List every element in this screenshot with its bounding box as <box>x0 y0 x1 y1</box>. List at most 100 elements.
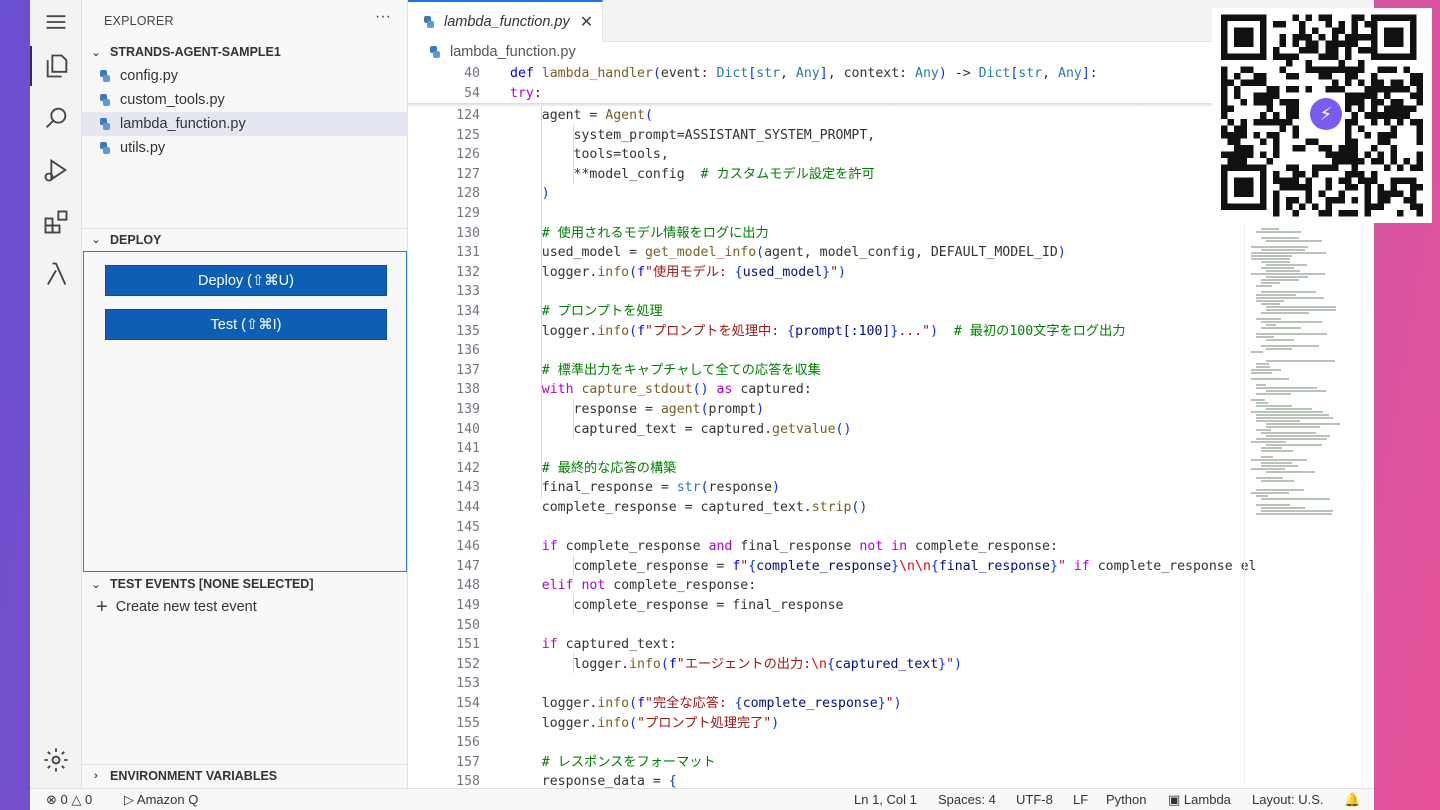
create-test-event-label: Create new test event <box>115 599 257 615</box>
file-item[interactable]: custom_tools.py <box>82 88 408 112</box>
end-of-line[interactable]: LF <box>1073 792 1088 807</box>
code-line[interactable]: 139 response = agent(prompt) <box>408 400 1374 420</box>
minimap-line <box>1266 360 1335 362</box>
code-line[interactable]: 136 <box>408 341 1374 361</box>
code-text: elif not complete_response: <box>541 578 757 594</box>
indent-guide <box>573 653 574 673</box>
extensions-icon[interactable] <box>30 202 82 242</box>
code-line[interactable]: 133 <box>408 282 1374 302</box>
indent-guide <box>573 125 574 184</box>
code-line[interactable]: 132 logger.info(f"使用モデル: {used_model}") <box>408 263 1374 283</box>
minimap-line <box>1256 366 1270 368</box>
indent-guide <box>573 399 574 439</box>
file-item[interactable]: config.py <box>82 64 408 88</box>
indentation[interactable]: Spaces: 4 <box>938 792 996 807</box>
gear-icon[interactable] <box>30 740 82 780</box>
line-number: 126 <box>456 147 480 163</box>
minimap-line <box>1266 471 1315 473</box>
bell-icon[interactable]: 🔔 <box>1344 792 1360 808</box>
language-mode[interactable]: Python <box>1106 792 1146 807</box>
minimap-line <box>1261 462 1292 464</box>
code-line[interactable]: 154 logger.info(f"完全な応答: {complete_respo… <box>408 694 1374 714</box>
line-number: 135 <box>456 323 480 339</box>
code-line[interactable]: 135 logger.info(f"プロンプトを処理中: {prompt[:10… <box>408 322 1374 342</box>
line-number: 40 <box>464 66 480 81</box>
code-line[interactable]: 143 final_response = str(response) <box>408 478 1374 498</box>
code-line[interactable]: 134 # プロンプトを処理 <box>408 302 1374 322</box>
line-number: 130 <box>456 225 480 241</box>
code-line[interactable]: 147 complete_response = f"{complete_resp… <box>408 557 1374 577</box>
env-variables-section[interactable]: › ENVIRONMENT VARIABLES <box>82 764 408 786</box>
code-line[interactable]: 145 <box>408 518 1374 538</box>
code-line[interactable]: 149 complete_response = final_response <box>408 596 1374 616</box>
run-debug-icon[interactable] <box>30 150 82 190</box>
amazonq-status[interactable]: ▷ Amazon Q <box>124 792 198 808</box>
code-text: system_prompt=ASSISTANT_SYSTEM_PROMPT, <box>510 127 876 143</box>
file-label: custom_tools.py <box>120 92 225 108</box>
files-icon[interactable] <box>30 46 82 86</box>
line-number: 125 <box>456 127 480 143</box>
create-test-event[interactable]: + Create new test event <box>96 597 257 617</box>
problems-indicator[interactable]: ⊗ 0 △ 0 <box>46 792 92 808</box>
deploy-button[interactable]: Deploy (⇧⌘U) <box>105 265 387 296</box>
error-icon: ⊗ <box>46 792 57 807</box>
keyboard-layout[interactable]: Layout: U.S. <box>1252 792 1324 807</box>
code-line[interactable]: 157 # レスポンスをフォーマット <box>408 753 1374 773</box>
file-item-selected[interactable]: lambda_function.py <box>82 112 408 136</box>
chevron-down-icon: ⌄ <box>91 234 101 246</box>
minimap-line <box>1261 291 1316 293</box>
code-line[interactable]: 151 if captured_text: <box>408 635 1374 655</box>
code-line[interactable]: 140 captured_text = captured.getvalue() <box>408 420 1374 440</box>
lambda-icon[interactable] <box>30 254 82 294</box>
minimap-line <box>1256 285 1272 287</box>
minimap-line <box>1261 282 1280 284</box>
indent-guide <box>573 555 574 575</box>
code-line[interactable]: 138 with capture_stdout() as captured: <box>408 380 1374 400</box>
code-line[interactable]: 142 # 最終的な応答の構築 <box>408 459 1374 479</box>
breadcrumb[interactable]: lambda_function.py <box>428 44 576 60</box>
minimap-line <box>1266 240 1322 242</box>
minimap-line <box>1251 378 1289 380</box>
chevron-down-icon: ⌄ <box>91 578 101 591</box>
code-text: with capture_stdout() as captured: <box>541 382 812 398</box>
minimap-line <box>1266 270 1300 272</box>
code-line[interactable]: 148 elif not complete_response: <box>408 576 1374 596</box>
minimap-line <box>1266 390 1326 392</box>
minimap-line <box>1251 441 1286 443</box>
line-number: 145 <box>456 519 480 535</box>
code-line[interactable]: 144 complete_response = captured_text.st… <box>408 498 1374 518</box>
code-line[interactable]: 146 if complete_response and final_respo… <box>408 537 1374 557</box>
tab-lambda-function[interactable]: lambda_function.py ✕ <box>408 0 603 42</box>
code-line[interactable]: 150 <box>408 616 1374 636</box>
menu-icon[interactable] <box>30 2 82 42</box>
project-name: STRANDS-AGENT-SAMPLE1 <box>110 45 281 59</box>
minimap[interactable] <box>1244 224 1362 784</box>
search-icon[interactable] <box>30 98 82 138</box>
test-button[interactable]: Test (⇧⌘I) <box>105 309 387 340</box>
code-text: logger.info(f"使用モデル: {used_model}") <box>510 264 846 280</box>
code-text: complete_response = final_response <box>510 598 844 613</box>
close-icon[interactable]: ✕ <box>580 12 593 32</box>
line-number: 129 <box>456 206 480 221</box>
code-line[interactable]: 141 <box>408 439 1374 459</box>
code-line[interactable]: 153 <box>408 674 1374 694</box>
code-line[interactable]: 156 <box>408 733 1374 753</box>
minimap-line <box>1261 498 1330 500</box>
code-line[interactable]: 130 # 使用されるモデル情報をログに出力 <box>408 224 1374 244</box>
warning-icon: △ <box>71 792 82 807</box>
test-events-section[interactable]: ⌄ TEST EVENTS [NONE SELECTED] <box>82 573 408 595</box>
deploy-section[interactable]: ⌄ DEPLOY <box>82 228 408 250</box>
encoding[interactable]: UTF-8 <box>1016 792 1053 807</box>
minimap-line <box>1256 336 1274 338</box>
cursor-position[interactable]: Ln 1, Col 1 <box>854 792 917 807</box>
env-variables-title: ENVIRONMENT VARIABLES <box>110 768 278 783</box>
project-section[interactable]: ⌄ STRANDS-AGENT-SAMPLE1 <box>82 41 408 63</box>
code-line[interactable]: 137 # 標準出力をキャプチャして全ての応答を収集 <box>408 361 1374 381</box>
lambda-status[interactable]: ▣ Lambda <box>1168 792 1231 808</box>
code-line[interactable]: 131 used_model = get_model_info(agent, m… <box>408 243 1374 263</box>
minimap-line <box>1251 273 1325 275</box>
more-actions-icon[interactable]: ··· <box>375 8 391 26</box>
file-item[interactable]: utils.py <box>82 136 408 160</box>
code-line[interactable]: 152 logger.info(f"エージェントの出力:\n{captured_… <box>408 655 1374 675</box>
code-line[interactable]: 155 logger.info("プロンプト処理完了") <box>408 714 1374 734</box>
